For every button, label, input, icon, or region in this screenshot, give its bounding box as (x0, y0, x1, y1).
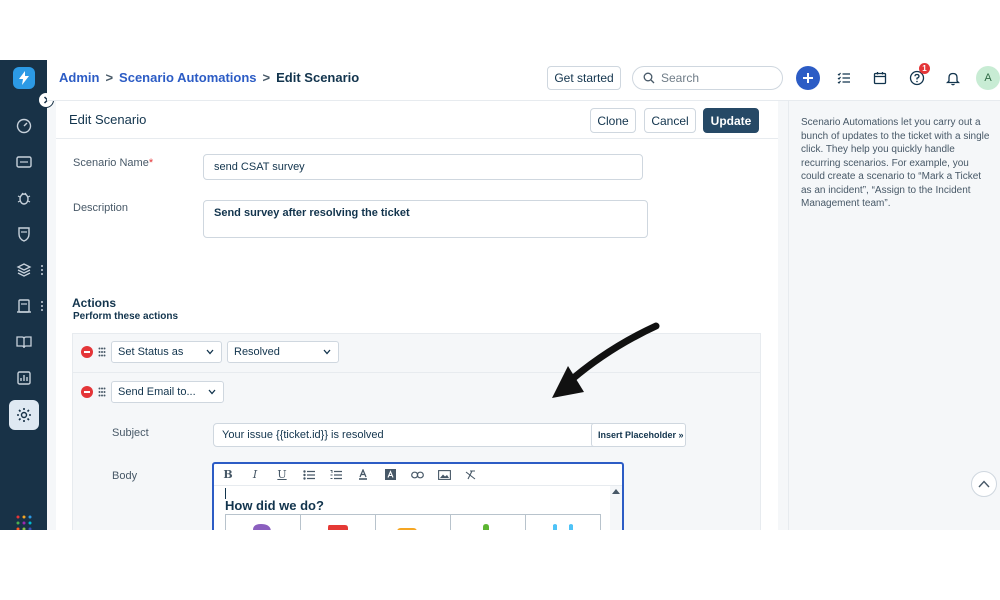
blue-rock-hand-icon[interactable] (526, 515, 600, 530)
assets-more-icon[interactable] (40, 264, 44, 276)
drag-handle-icon[interactable] (98, 347, 106, 357)
editor-heading-text: How did we do? (225, 498, 324, 513)
chevron-down-icon (208, 389, 216, 395)
edit-scenario-form: Scenario Name* send CSAT survey Descript… (56, 101, 778, 530)
solutions-book-icon[interactable] (14, 332, 34, 352)
changes-shield-icon[interactable] (14, 224, 34, 244)
admin-gear-icon[interactable] (9, 400, 39, 430)
breadcrumb-separator: > (105, 70, 114, 85)
actions-heading: Actions (72, 296, 117, 310)
action-type-select[interactable]: Set Status as (111, 341, 222, 363)
status-value-select[interactable]: Resolved (227, 341, 339, 363)
sidebar (0, 60, 54, 530)
bullet-list-icon[interactable] (301, 467, 317, 483)
problems-bug-icon[interactable] (14, 188, 34, 208)
new-item-plus-icon[interactable] (796, 66, 820, 90)
csat-emoji-table (225, 514, 601, 530)
app-window: Admin > Scenario Automations > Edit Scen… (0, 60, 1000, 530)
update-button[interactable]: Update (703, 108, 759, 133)
freshservice-logo-icon[interactable] (13, 67, 35, 89)
annotation-arrow-icon (552, 322, 660, 398)
editor-scrollbar[interactable] (610, 486, 622, 530)
body-label: Body (112, 470, 138, 482)
drag-handle-icon[interactable] (98, 387, 106, 397)
help-notification-badge: 1 (919, 63, 930, 74)
font-color-icon[interactable] (355, 467, 371, 483)
app-switcher-icon[interactable] (16, 515, 32, 530)
editor-toolbar: B I U (214, 464, 622, 486)
scroll-up-arrow-icon[interactable] (612, 489, 620, 494)
top-header: Admin > Scenario Automations > Edit Scen… (47, 60, 1000, 101)
clear-format-icon[interactable] (463, 467, 479, 483)
actions-subheading: Perform these actions (73, 311, 179, 322)
underline-icon[interactable]: U (274, 467, 290, 483)
reports-chart-icon[interactable] (14, 368, 34, 388)
red-thumbs-down-icon[interactable] (301, 515, 376, 530)
page-title: Edit Scenario (69, 112, 147, 127)
insert-placeholder-button[interactable]: Insert Placeholder » (591, 423, 686, 447)
bold-icon[interactable]: B (220, 467, 236, 483)
image-icon[interactable] (436, 467, 452, 483)
numbered-list-icon[interactable] (328, 467, 344, 483)
search-icon (643, 72, 655, 84)
get-started-button[interactable]: Get started (547, 66, 621, 90)
assets-layers-icon[interactable] (14, 260, 34, 280)
breadcrumb-automations-link[interactable]: Scenario Automations (119, 70, 256, 85)
email-body-editor[interactable]: B I U How did we do? (212, 462, 624, 530)
dashboard-icon[interactable] (14, 116, 34, 136)
scroll-to-top-chevron-up-icon[interactable] (971, 471, 997, 497)
chevron-down-icon (206, 349, 214, 355)
purchase-icon[interactable] (14, 296, 34, 316)
remove-action-icon[interactable] (81, 386, 93, 398)
breadcrumb-admin-link[interactable]: Admin (59, 70, 99, 85)
clone-button[interactable]: Clone (590, 108, 636, 133)
subject-input[interactable]: Your issue {{ticket.id}} is resolved (213, 423, 599, 447)
search-placeholder: Search (661, 71, 700, 85)
calendar-icon[interactable] (868, 66, 892, 90)
subject-label: Subject (112, 427, 149, 439)
purple-unhappy-icon[interactable] (226, 515, 301, 530)
scenario-name-label: Scenario Name* (73, 157, 154, 169)
background-color-icon[interactable] (382, 467, 398, 483)
action-type-select[interactable]: Send Email to... (111, 381, 224, 403)
link-icon[interactable] (409, 467, 425, 483)
tasks-list-icon[interactable] (832, 66, 856, 90)
chevron-down-icon (323, 349, 331, 355)
green-thumbs-up-icon[interactable] (451, 515, 526, 530)
breadcrumb-current: Edit Scenario (276, 70, 360, 85)
breadcrumb-separator: > (262, 70, 271, 85)
cancel-button[interactable]: Cancel (644, 108, 696, 133)
search-input[interactable]: Search (632, 66, 783, 90)
notifications-bell-icon[interactable] (941, 66, 965, 90)
orange-thumbs-sideways-icon[interactable] (376, 515, 451, 530)
description-textarea[interactable]: Send survey after resolving the ticket (203, 200, 648, 238)
remove-action-icon[interactable] (81, 346, 93, 358)
edit-scenario-subheader: Edit Scenario Clone Cancel Update (56, 101, 778, 139)
purchase-more-icon[interactable] (40, 300, 44, 312)
italic-icon[interactable]: I (247, 467, 263, 483)
description-label: Description (73, 202, 129, 214)
help-description: Scenario Automations let you carry out a… (801, 117, 990, 209)
breadcrumb: Admin > Scenario Automations > Edit Scen… (59, 70, 359, 85)
user-avatar[interactable]: A (976, 66, 1000, 90)
tickets-icon[interactable] (14, 152, 34, 172)
scenario-name-input[interactable]: send CSAT survey (203, 154, 643, 180)
help-panel: Scenario Automations let you carry out a… (788, 101, 1000, 530)
